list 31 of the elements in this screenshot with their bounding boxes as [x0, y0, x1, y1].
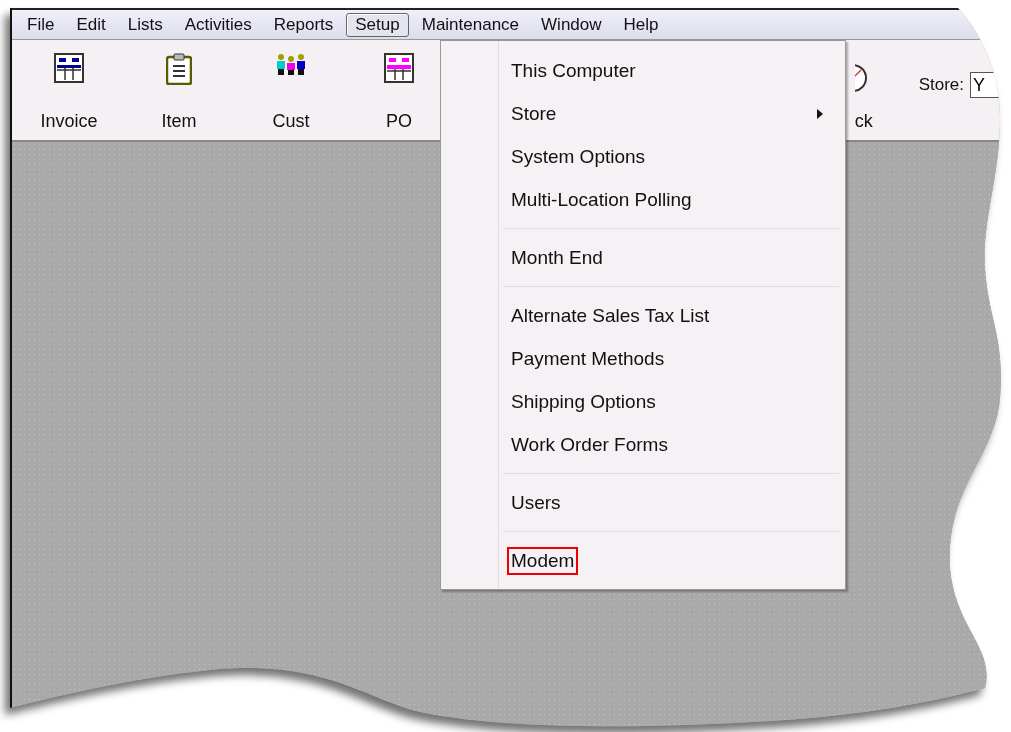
- table-icon: [54, 53, 84, 83]
- menu-option[interactable]: Users: [441, 481, 845, 524]
- menu-item[interactable]: Help: [614, 12, 668, 37]
- menu-item[interactable]: Reports: [264, 12, 343, 37]
- menu-item[interactable]: Lists: [118, 12, 172, 37]
- menu-option[interactable]: Payment Methods: [441, 337, 845, 380]
- toolbar-button[interactable]: Cust: [251, 40, 331, 140]
- menu-item[interactable]: Activities: [175, 12, 261, 37]
- toolbar-button[interactable]: Invoice: [29, 40, 109, 140]
- menu-option[interactable]: Work Order Forms: [441, 423, 845, 466]
- menu-item[interactable]: Setup: [346, 12, 409, 37]
- menu-item[interactable]: Edit: [67, 12, 115, 37]
- menu-option[interactable]: Month End: [441, 236, 845, 279]
- menu-option[interactable]: Store: [441, 92, 845, 135]
- menu-option[interactable]: System Options: [441, 135, 845, 178]
- menu-option[interactable]: Multi-Location Polling: [441, 178, 845, 221]
- menu-item[interactable]: File: [18, 12, 64, 37]
- toolbar-button[interactable]: PO: [359, 40, 439, 140]
- menu-item[interactable]: Maintenance: [412, 12, 529, 37]
- clipboard-icon: [166, 53, 192, 85]
- toolbar-button[interactable]: ck: [854, 40, 885, 140]
- menu-item[interactable]: Window: [532, 12, 611, 37]
- menu-option[interactable]: This Computer: [441, 49, 845, 92]
- toolbar-button[interactable]: Item: [139, 40, 219, 140]
- store-label: Store:: [918, 75, 964, 95]
- table-icon: [384, 53, 414, 83]
- clock-icon: [854, 63, 869, 93]
- menu-option[interactable]: Modem: [441, 539, 845, 582]
- menu-option[interactable]: Alternate Sales Tax List: [441, 294, 845, 337]
- people-icon: [275, 53, 307, 75]
- menu-option[interactable]: Shipping Options: [441, 380, 845, 423]
